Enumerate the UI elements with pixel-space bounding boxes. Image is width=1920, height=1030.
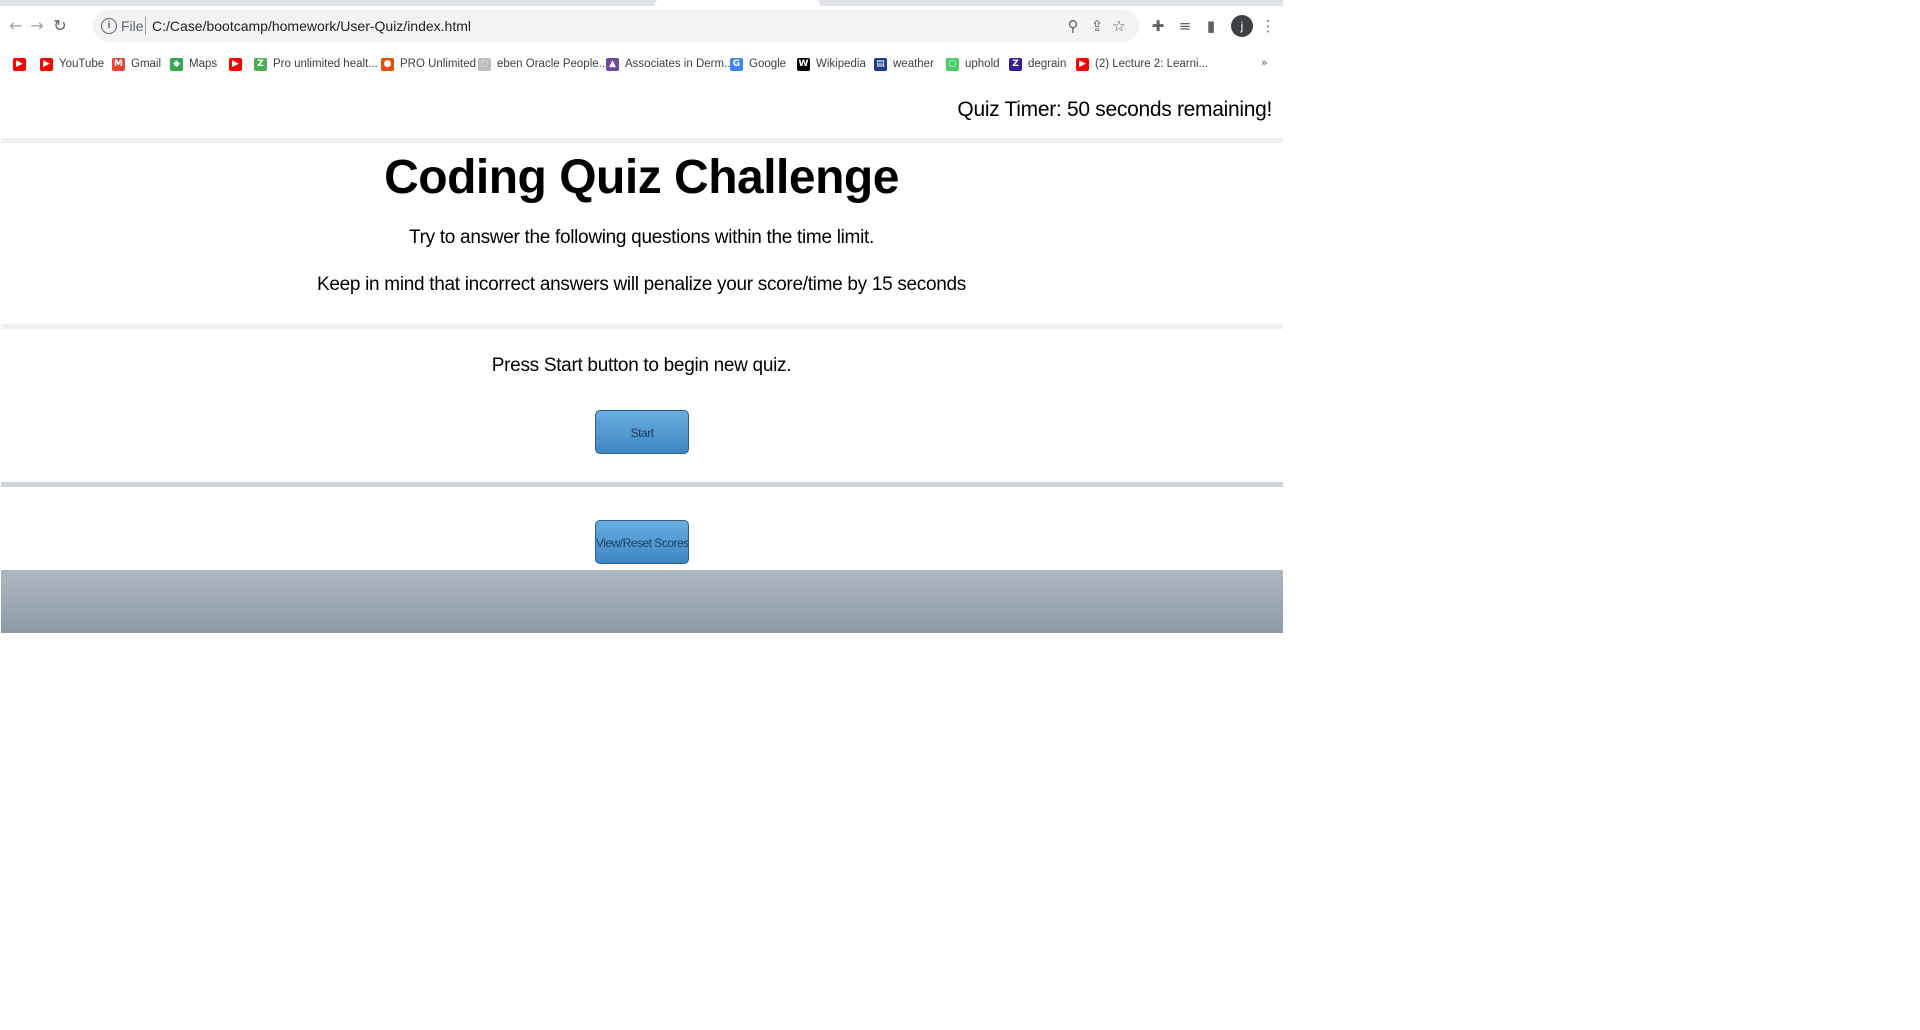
start-prompt: Press Start button to begin new quiz. <box>491 355 792 376</box>
browser-toolbar: ← → ↻ i File C:/Case/bootcamp/homework/U… <box>0 6 1283 46</box>
gmail-icon: M <box>112 57 125 71</box>
maps-icon: ◆ <box>170 57 183 71</box>
bookmark-item[interactable]: ◌ eben Oracle People... <box>478 56 608 72</box>
associates-icon: ▲ <box>606 57 619 71</box>
page-title: Coding Quiz Challenge <box>384 151 899 204</box>
bookmark-item[interactable]: ▶ (2) Lecture 2: Learni... <box>1076 56 1208 72</box>
page-footer <box>1 570 1283 633</box>
bookmark-item[interactable]: ◆ Maps <box>170 56 217 72</box>
side-panel-icon[interactable]: ▮ <box>1201 16 1221 36</box>
youtube-icon: ▶ <box>40 57 53 71</box>
url-separator <box>145 17 146 35</box>
pro-unlimited-icon: Z <box>254 57 267 71</box>
start-button[interactable]: Start <box>595 410 689 454</box>
bookmark-label: uphold <box>965 58 1000 70</box>
bookmark-label: Pro unlimited healt... <box>273 58 378 70</box>
share-icon[interactable]: ⇪ <box>1087 16 1107 36</box>
bookmark-label: eben Oracle People... <box>497 58 609 70</box>
puzzle-icon[interactable]: ✚ <box>1148 16 1168 36</box>
section-divider-bottom <box>1 482 1283 487</box>
view-reset-scores-button[interactable]: View/Reset Scores <box>595 520 689 564</box>
bookmarks-more-icon[interactable]: » <box>1261 56 1268 69</box>
bookmark-item[interactable]: ● PRO Unlimited <box>381 56 476 72</box>
avatar[interactable]: j <box>1231 15 1253 37</box>
bookmark-label: Gmail <box>131 58 162 70</box>
bookmark-item[interactable]: Z Pro unlimited healt... <box>254 56 378 72</box>
instruction-penalty: Keep in mind that incorrect answers will… <box>316 274 966 295</box>
forward-arrow-icon[interactable]: → <box>27 16 47 36</box>
degrain-icon: Z <box>1009 57 1022 71</box>
bookmark-item[interactable]: W Wikipedia <box>797 56 866 72</box>
bookmark-item[interactable]: ▤ weather <box>874 56 934 72</box>
quiz-timer: Quiz Timer: 50 seconds remaining! <box>957 98 1272 121</box>
youtube-icon: ▶ <box>229 57 242 71</box>
section-divider <box>1 324 1283 329</box>
bookmark-label: Wikipedia <box>816 58 866 70</box>
wikipedia-icon: W <box>797 57 810 71</box>
youtube-icon: ▶ <box>13 57 26 71</box>
uphold-icon: ○ <box>946 57 959 71</box>
oracle-icon: ◌ <box>478 57 491 71</box>
bookmark-label: (2) Lecture 2: Learni... <box>1095 58 1209 70</box>
bookmark-item[interactable]: ○ uphold <box>946 56 1000 72</box>
bookmark-item[interactable]: ▶ YouTube <box>40 56 104 72</box>
address-bar[interactable]: i File C:/Case/bootcamp/homework/User-Qu… <box>93 10 1139 42</box>
bookmark-label: Associates in Derm... <box>625 58 734 70</box>
reading-list-icon[interactable]: ≡ <box>1175 16 1195 36</box>
bookmark-item[interactable]: ▲ Associates in Derm... <box>606 56 734 72</box>
google-icon: G <box>730 57 743 71</box>
url-scheme-label: File <box>121 18 144 34</box>
bookmarks-bar: ▶ ▶ YouTube M Gmail ◆ Maps ▶ Z Pro unlimited heal… <box>0 46 1283 80</box>
bookmark-item[interactable]: G Google <box>730 56 786 72</box>
instruction-time-limit: Try to answer the following questions wi… <box>409 227 874 248</box>
bookmark-item[interactable]: ▶ <box>13 56 32 72</box>
youtube-icon: ▶ <box>1076 57 1089 71</box>
bookmark-label: degrain <box>1028 58 1067 70</box>
info-icon[interactable]: i <box>101 18 117 34</box>
back-arrow-icon[interactable]: ← <box>6 16 26 36</box>
pro-icon: ● <box>381 57 394 71</box>
url-text[interactable]: C:/Case/bootcamp/homework/User-Quiz/inde… <box>152 18 471 34</box>
bookmark-item[interactable]: Zdegrain <box>1009 56 1066 72</box>
kebab-menu-icon[interactable]: ⋮ <box>1258 16 1278 36</box>
bookmark-label: PRO Unlimited <box>400 58 477 70</box>
bookmark-label: weather <box>893 58 934 70</box>
star-icon[interactable]: ☆ <box>1109 16 1129 36</box>
zoom-icon[interactable]: ⚲ <box>1063 16 1083 36</box>
bookmark-label: Maps <box>189 58 218 70</box>
weather-icon: ▤ <box>874 57 887 71</box>
bookmark-item[interactable]: M Gmail <box>112 56 161 72</box>
bookmark-label: Google <box>749 58 787 70</box>
bookmark-label: YouTube <box>59 58 105 70</box>
reload-icon[interactable]: ↻ <box>50 16 70 36</box>
browser-chrome: ← → ↻ i File C:/Case/bootcamp/homework/U… <box>0 0 1283 80</box>
header-divider <box>1 138 1283 143</box>
bookmark-item[interactable]: ▶ <box>229 56 248 72</box>
